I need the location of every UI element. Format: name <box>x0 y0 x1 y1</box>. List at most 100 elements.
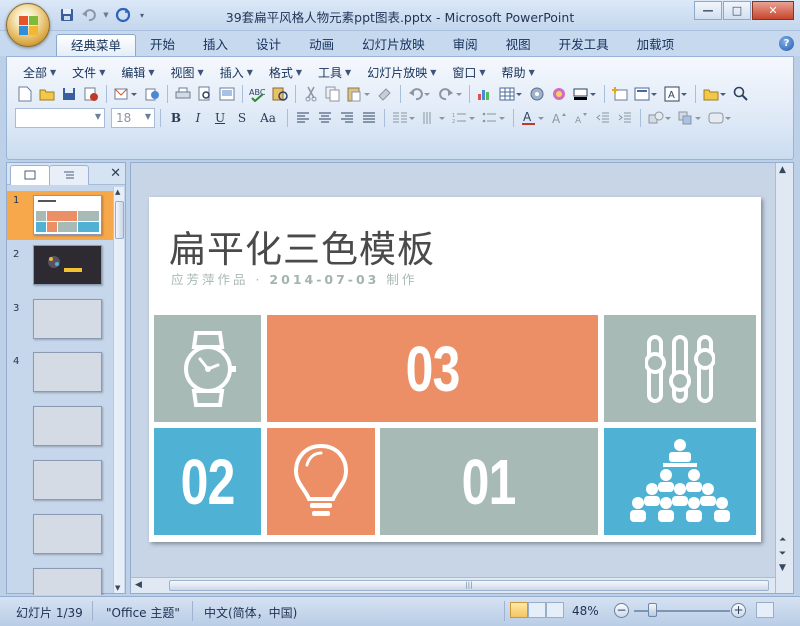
open-folder-icon[interactable] <box>37 84 57 104</box>
format-painter-icon[interactable] <box>375 84 395 104</box>
paste-icon[interactable] <box>345 84 373 104</box>
vertical-scrollbar[interactable]: ▲ ⏶ ⏷ ▼ <box>775 163 793 593</box>
slide-thumbnail[interactable] <box>7 514 115 566</box>
italic-button[interactable]: I <box>188 108 208 128</box>
text-box-icon[interactable]: A <box>662 84 690 104</box>
slide-thumbnail-1[interactable]: 1 <box>7 191 115 240</box>
thumbnail-scrollbar[interactable]: ▲ ▼ <box>113 187 124 593</box>
slide-canvas[interactable]: 扁平化三色模板 应芳萍作品 · 2014-07-03 制作 03 02 01 <box>149 197 761 542</box>
clip-art-icon[interactable] <box>527 84 547 104</box>
tab-insert[interactable]: 插入 <box>189 34 242 56</box>
previous-slide-icon[interactable]: ⏶ <box>779 535 786 545</box>
zoom-out-icon[interactable]: − <box>614 603 629 618</box>
insert-chart-icon[interactable] <box>475 84 495 104</box>
menu-format[interactable]: 格式 ▼ <box>261 64 310 81</box>
cut-icon[interactable] <box>301 84 321 104</box>
scroll-down-icon[interactable]: ▼ <box>779 563 786 573</box>
help-icon[interactable]: ? <box>779 36 794 51</box>
menu-insert[interactable]: 插入 ▼ <box>212 64 261 81</box>
tile-01[interactable]: 01 <box>380 428 598 535</box>
slide-thumbnail-2[interactable]: 2 <box>7 245 115 297</box>
scroll-up-icon[interactable]: ▲ <box>115 188 120 196</box>
columns-icon[interactable] <box>390 108 418 128</box>
normal-view-button[interactable] <box>510 602 528 618</box>
scrollbar-thumb[interactable] <box>115 201 124 239</box>
save-icon[interactable] <box>59 84 79 104</box>
maximize-button[interactable]: □ <box>723 1 751 20</box>
justify-icon[interactable] <box>359 108 379 128</box>
permission-icon[interactable] <box>81 84 101 104</box>
bold-button[interactable]: B <box>166 108 186 128</box>
tab-add-ins[interactable]: 加载项 <box>623 34 689 56</box>
font-name-combobox[interactable]: ▼ <box>15 108 105 128</box>
normal-view-icon[interactable] <box>217 84 237 104</box>
language-indicator[interactable]: 中文(简体，中国) <box>204 604 297 621</box>
zoom-in-icon[interactable]: + <box>731 603 746 618</box>
tile-audience[interactable] <box>604 428 756 535</box>
align-right-icon[interactable] <box>337 108 357 128</box>
slide-thumbnail[interactable] <box>7 406 115 458</box>
slide-thumbnail-3[interactable]: 3 <box>7 299 115 351</box>
theme-name[interactable]: "Office 主题" <box>106 604 180 621</box>
tab-classic-menu[interactable]: 经典菜单 <box>56 34 137 56</box>
menu-view[interactable]: 视图 ▼ <box>163 64 212 81</box>
redo-icon[interactable] <box>436 84 464 104</box>
fill-color-icon[interactable] <box>571 84 599 104</box>
increase-indent-icon[interactable] <box>615 108 635 128</box>
tab-slides[interactable] <box>10 165 50 185</box>
insert-table-icon[interactable] <box>497 84 525 104</box>
numbering-icon[interactable]: 12 <box>450 108 478 128</box>
scroll-left-icon[interactable]: ◀ <box>135 580 142 590</box>
tile-lightbulb[interactable] <box>267 428 375 535</box>
tile-02[interactable]: 02 <box>154 428 261 535</box>
menu-tools[interactable]: 工具 ▼ <box>310 64 359 81</box>
new-slide-icon[interactable] <box>610 84 630 104</box>
tile-03[interactable]: 03 <box>267 315 598 422</box>
slide-thumbnail[interactable] <box>7 460 115 512</box>
align-center-icon[interactable] <box>315 108 335 128</box>
close-pane-icon[interactable]: ✕ <box>110 166 121 181</box>
new-document-icon[interactable] <box>15 84 35 104</box>
menu-file[interactable]: 文件 ▼ <box>64 64 113 81</box>
open-folder-dropdown-icon[interactable] <box>701 84 729 104</box>
tile-watch[interactable] <box>154 315 261 422</box>
tile-equalizer[interactable] <box>604 315 756 422</box>
office-button[interactable] <box>6 3 50 47</box>
tab-developer[interactable]: 开发工具 <box>545 34 623 56</box>
shrink-font-icon[interactable]: A <box>571 108 591 128</box>
tab-outline[interactable] <box>49 165 89 185</box>
close-button[interactable]: ✕ <box>752 1 794 20</box>
shadow-button[interactable]: S <box>232 108 252 128</box>
print-preview-icon[interactable] <box>195 84 215 104</box>
arrange-icon[interactable] <box>676 108 704 128</box>
change-case-button[interactable]: Aa <box>254 108 282 128</box>
decrease-indent-icon[interactable] <box>593 108 613 128</box>
tab-home[interactable]: 开始 <box>136 34 189 56</box>
shapes-icon[interactable] <box>646 108 674 128</box>
next-slide-icon[interactable]: ⏷ <box>779 549 786 559</box>
email-icon[interactable] <box>112 84 140 104</box>
spelling-icon[interactable]: ABC <box>248 84 268 104</box>
quick-styles-icon[interactable] <box>706 108 734 128</box>
font-size-combobox[interactable]: 18 ▼ <box>111 108 155 128</box>
horizontal-scroll-thumb[interactable]: ||| <box>169 580 769 591</box>
menu-all[interactable]: 全部 ▼ <box>15 64 64 81</box>
font-color-icon[interactable]: A <box>519 108 547 128</box>
publish-icon[interactable] <box>142 84 162 104</box>
text-direction-icon[interactable] <box>420 108 448 128</box>
menu-slide-show[interactable]: 幻灯片放映 ▼ <box>359 64 444 81</box>
menu-help[interactable]: 帮助 ▼ <box>494 64 543 81</box>
menu-edit[interactable]: 编辑 ▼ <box>113 64 162 81</box>
minimize-button[interactable]: — <box>694 1 722 20</box>
insert-picture-icon[interactable] <box>549 84 569 104</box>
tab-animations[interactable]: 动画 <box>295 34 348 56</box>
undo-icon[interactable] <box>406 84 434 104</box>
find-icon[interactable] <box>731 84 751 104</box>
slide-thumbnail[interactable] <box>7 568 115 595</box>
slide-subtitle[interactable]: 应芳萍作品 · 2014-07-03 制作 <box>171 269 417 288</box>
tab-design[interactable]: 设计 <box>242 34 295 56</box>
print-icon[interactable] <box>173 84 193 104</box>
grow-font-icon[interactable]: A <box>549 108 569 128</box>
slide-sorter-view-button[interactable] <box>528 602 546 618</box>
horizontal-scrollbar[interactable]: ◀ ||| <box>131 577 775 593</box>
